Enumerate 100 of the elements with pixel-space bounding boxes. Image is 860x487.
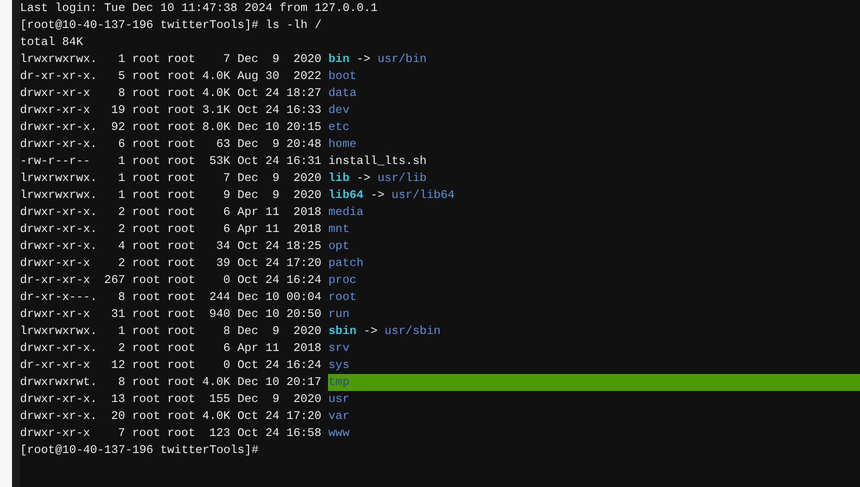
group: root (167, 323, 196, 340)
owner: root (132, 357, 160, 374)
link-count: 7 (117, 425, 126, 442)
link-count: 2 (117, 221, 126, 238)
file-name: var (328, 408, 350, 425)
owner: root (132, 119, 160, 136)
time: 16:31 (286, 153, 322, 170)
file-name: bin (328, 51, 350, 68)
file-size: 4.0K (202, 374, 230, 391)
file-size: 6 (222, 204, 230, 221)
month: Oct (237, 425, 258, 442)
group: root (167, 119, 196, 136)
month: Dec (237, 51, 258, 68)
time: 20:50 (286, 306, 322, 323)
file-size: 155 (208, 391, 230, 408)
file-name: root (328, 289, 356, 306)
link-arrow: -> (370, 187, 385, 204)
file-name: sys (328, 357, 350, 374)
month: Aug (237, 68, 258, 85)
file-mode: drwxr-xr-x. (20, 119, 98, 136)
group: root (167, 204, 196, 221)
file-mode: drwxr-xr-x (20, 85, 92, 102)
group: root (167, 68, 196, 85)
time: 20:15 (286, 119, 322, 136)
day: 24 (265, 102, 280, 119)
month: Oct (237, 85, 258, 102)
file-mode: drwxr-xr-x. (20, 340, 98, 357)
file-name: dev (328, 102, 350, 119)
day: 9 (265, 170, 280, 187)
link-target: usr/lib (378, 170, 427, 187)
month: Dec (237, 323, 258, 340)
file-mode: drwxr-xr-x. (20, 136, 98, 153)
day: 11 (265, 221, 280, 238)
owner: root (132, 306, 160, 323)
file-size: 39 (215, 255, 230, 272)
group: root (167, 170, 196, 187)
month: Dec (237, 289, 258, 306)
file-name: boot (328, 68, 356, 85)
month: Dec (237, 187, 258, 204)
file-name: mnt (328, 221, 350, 238)
link-count: 2 (117, 340, 126, 357)
link-count: 1 (117, 51, 126, 68)
file-name: media (328, 204, 364, 221)
day: 24 (265, 255, 280, 272)
link-count: 8 (117, 85, 126, 102)
link-arrow: -> (356, 170, 370, 187)
file-name: proc (328, 272, 356, 289)
group: root (167, 85, 196, 102)
file-name: patch (328, 255, 364, 272)
day: 30 (265, 68, 280, 85)
group: root (167, 374, 196, 391)
file-mode: lrwxrwxrwx. (20, 170, 98, 187)
link-target: usr/lib64 (392, 187, 455, 204)
file-mode: drwxrwxrwt. (20, 374, 98, 391)
month: Dec (237, 306, 258, 323)
time: 2020 (292, 51, 322, 68)
link-count: 4 (117, 238, 126, 255)
link-count: 13 (110, 391, 126, 408)
file-mode: drwxr-xr-x. (20, 204, 98, 221)
link-count: 20 (110, 408, 126, 425)
file-name: lib (328, 170, 350, 187)
file-mode: drwxr-xr-x (20, 102, 92, 119)
file-mode: drwxr-xr-x. (20, 408, 98, 425)
link-count: 8 (117, 374, 126, 391)
time: 2018 (292, 204, 322, 221)
link-count: 1 (117, 323, 126, 340)
file-size: 53K (208, 153, 230, 170)
owner: root (132, 408, 160, 425)
owner: root (132, 204, 160, 221)
file-size: 244 (208, 289, 230, 306)
file-mode: drwxr-xr-x (20, 306, 92, 323)
link-target: usr/bin (378, 51, 427, 68)
month: Dec (237, 136, 258, 153)
file-size: 34 (215, 238, 230, 255)
total-size: total 84K (20, 34, 84, 51)
login-message: Last login: Tue Dec 10 11:47:38 2024 from 127.0.0.1 (20, 0, 378, 17)
group: root (167, 391, 196, 408)
file-size: 6 (222, 340, 230, 357)
file-size: 0 (222, 272, 230, 289)
owner: root (132, 255, 160, 272)
owner: root (132, 238, 160, 255)
file-mode: drwxr-xr-x. (20, 391, 98, 408)
time: 16:24 (286, 357, 322, 374)
file-mode: lrwxrwxrwx. (20, 187, 98, 204)
day: 9 (265, 136, 280, 153)
file-name: sbin (328, 323, 356, 340)
owner: root (132, 221, 160, 238)
file-mode: drwxr-xr-x (20, 255, 92, 272)
month: Apr (237, 204, 258, 221)
group: root (167, 153, 196, 170)
link-target: usr/sbin (384, 323, 441, 340)
file-size: 6 (222, 221, 230, 238)
group: root (167, 238, 196, 255)
month: Dec (237, 170, 258, 187)
link-arrow: -> (363, 323, 378, 340)
day: 11 (265, 204, 280, 221)
day: 24 (265, 85, 280, 102)
group: root (167, 136, 196, 153)
owner: root (132, 340, 160, 357)
group: root (167, 357, 196, 374)
